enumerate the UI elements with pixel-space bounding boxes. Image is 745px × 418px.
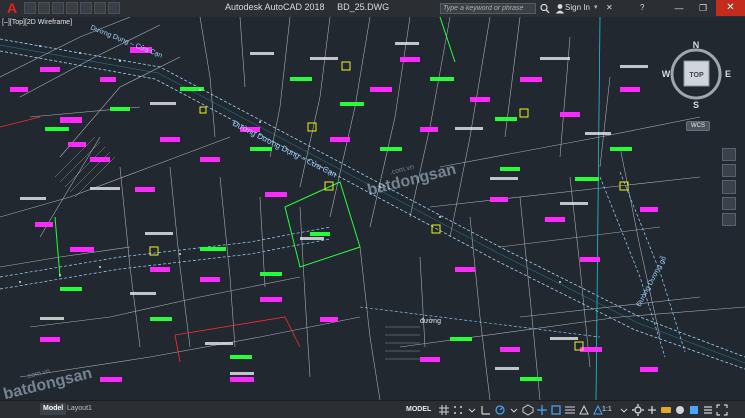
layout-tabs: Model Layout1 [0,400,400,418]
viewcube[interactable]: TOP N S E W [662,40,734,110]
new-file-icon[interactable] [24,2,36,14]
maximize-button[interactable]: ❐ [692,0,714,16]
compass-south[interactable]: S [693,100,699,110]
help-icon[interactable]: ? [640,3,644,12]
gear-icon[interactable] [632,404,644,416]
navigation-bar [722,148,736,227]
clean-screen-icon[interactable] [688,404,700,416]
compass-east[interactable]: E [725,69,731,79]
search-icon[interactable] [540,3,550,14]
steering-wheel-icon[interactable] [722,148,736,162]
ortho-icon[interactable] [480,404,492,416]
window-title: Autodesk AutoCAD 2018 BD_25.DWG [225,2,389,12]
open-file-icon[interactable] [38,2,50,14]
chevron-down-icon[interactable] [618,404,630,416]
annotation-monitor-icon[interactable] [578,404,590,416]
save-as-icon[interactable] [66,2,78,14]
chevron-down-icon[interactable] [466,404,478,416]
fullscreen-icon[interactable] [716,404,728,416]
app-title: Autodesk AutoCAD 2018 [225,2,325,12]
status-bar: MODEL 1:1 [400,400,745,418]
chevron-down-icon[interactable]: ▾ [594,3,598,11]
tab-model[interactable]: Model [40,403,67,415]
customize-menu-icon[interactable] [702,404,714,416]
isodraft-icon[interactable] [522,404,534,416]
autocad-window: A Autodesk AutoCAD 2018 BD_25.DWG Sign I… [0,0,745,418]
object-snap-icon[interactable] [550,404,562,416]
viewcube-face-top[interactable]: TOP [689,72,704,79]
chevron-down-icon[interactable] [508,404,520,416]
object-snap-tracking-icon[interactable] [536,404,548,416]
sign-in-link[interactable]: Sign In [565,3,590,12]
isolate-objects-icon[interactable] [674,404,686,416]
search-input[interactable] [443,3,533,14]
grid-icon[interactable] [438,404,450,416]
user-icon[interactable] [555,3,565,14]
autocad-logo-icon[interactable]: A [2,1,22,16]
snap-icon[interactable] [452,404,464,416]
minimize-button[interactable]: — [668,0,690,16]
polar-tracking-icon[interactable] [494,404,506,416]
showmotion-icon[interactable] [722,212,736,227]
tab-layout1[interactable]: Layout1 [64,403,95,415]
model-space-toggle[interactable]: MODEL [406,404,431,416]
title-bar: A Autodesk AutoCAD 2018 BD_25.DWG Sign I… [0,0,745,18]
search-box[interactable] [440,3,536,14]
wcs-menu[interactable]: WCS [686,121,710,131]
viewport-controls-label[interactable]: [–][Top][2D Wireframe] [2,19,72,26]
compass-west[interactable]: W [662,69,671,79]
orbit-icon[interactable] [722,196,736,210]
hardware-acceleration-icon[interactable] [660,404,672,416]
plus-icon[interactable] [646,404,658,416]
exchange-apps-icon[interactable]: ✕ [606,3,613,12]
file-name: BD_25.DWG [337,2,390,12]
pan-icon[interactable] [722,164,736,178]
quick-access-toolbar [24,2,120,15]
road-label-bottom: đường [420,318,441,325]
plot-icon[interactable] [80,2,92,14]
undo-icon[interactable] [94,2,106,14]
redo-icon[interactable] [108,2,120,14]
lineweight-icon[interactable] [564,404,576,416]
zoom-extents-icon[interactable] [722,180,736,194]
save-icon[interactable] [52,2,64,14]
compass-north[interactable]: N [693,40,700,50]
annotation-scale-value[interactable]: 1:1 [602,404,612,416]
drawing-canvas[interactable]: Đường Dương Dụng – Cửa Cạn Dương Dụng – … [0,17,745,400]
close-button[interactable]: ✕ [716,0,745,16]
